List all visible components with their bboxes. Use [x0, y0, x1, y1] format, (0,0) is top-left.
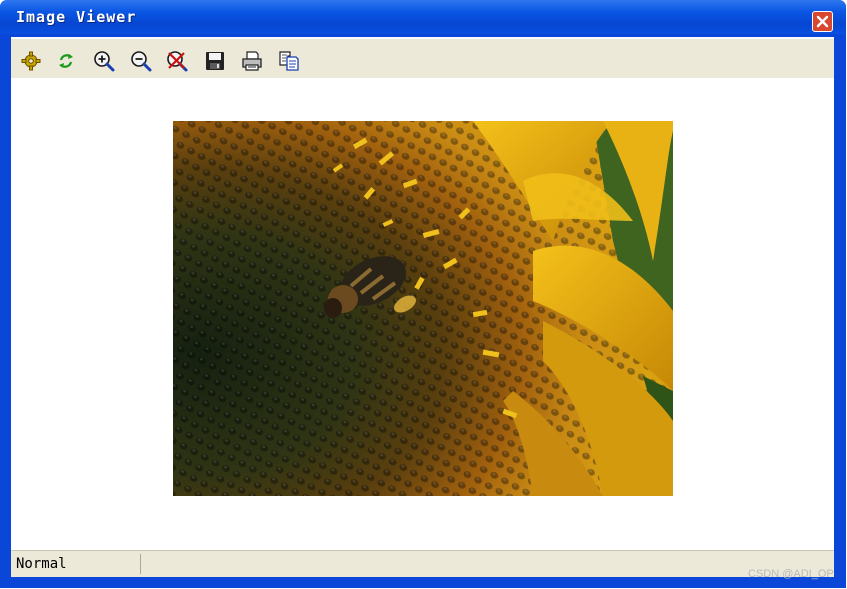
- displayed-photo[interactable]: [173, 121, 673, 496]
- close-x-icon: [816, 15, 829, 28]
- refresh-button[interactable]: [54, 49, 78, 73]
- status-pane-info: [143, 554, 831, 574]
- refresh-arrows-icon: [59, 54, 73, 68]
- save-button[interactable]: [203, 49, 227, 73]
- floppy-disk-icon: [206, 52, 224, 70]
- printer-icon: [242, 51, 262, 71]
- zoom-in-button[interactable]: [92, 49, 116, 73]
- photo-sunflower-bee: [173, 121, 673, 496]
- toolbar: [11, 37, 834, 78]
- zoom-cancel-icon: [167, 51, 188, 72]
- zoom-reset-button[interactable]: [165, 49, 189, 73]
- window-title: Image Viewer: [16, 8, 137, 26]
- gear-icon: [21, 51, 41, 71]
- image-canvas[interactable]: [11, 78, 834, 550]
- zoom-out-button[interactable]: [129, 49, 153, 73]
- watermark-text: CSDN @ADI_OP: [748, 568, 834, 580]
- settings-button[interactable]: [19, 49, 43, 73]
- zoom-out-icon: [131, 51, 152, 72]
- status-bar: Normal: [11, 550, 834, 577]
- zoom-in-icon: [94, 51, 115, 72]
- status-pane-mode: Normal: [13, 554, 141, 574]
- close-button[interactable]: [812, 11, 833, 32]
- status-mode-text: Normal: [16, 556, 67, 572]
- client-area: Normal: [11, 37, 834, 577]
- copy-icon: [279, 51, 299, 71]
- image-viewer-window: Image Viewer Normal: [0, 0, 846, 588]
- title-bar[interactable]: Image Viewer: [0, 0, 846, 34]
- print-button[interactable]: [240, 49, 264, 73]
- copy-button[interactable]: [277, 49, 301, 73]
